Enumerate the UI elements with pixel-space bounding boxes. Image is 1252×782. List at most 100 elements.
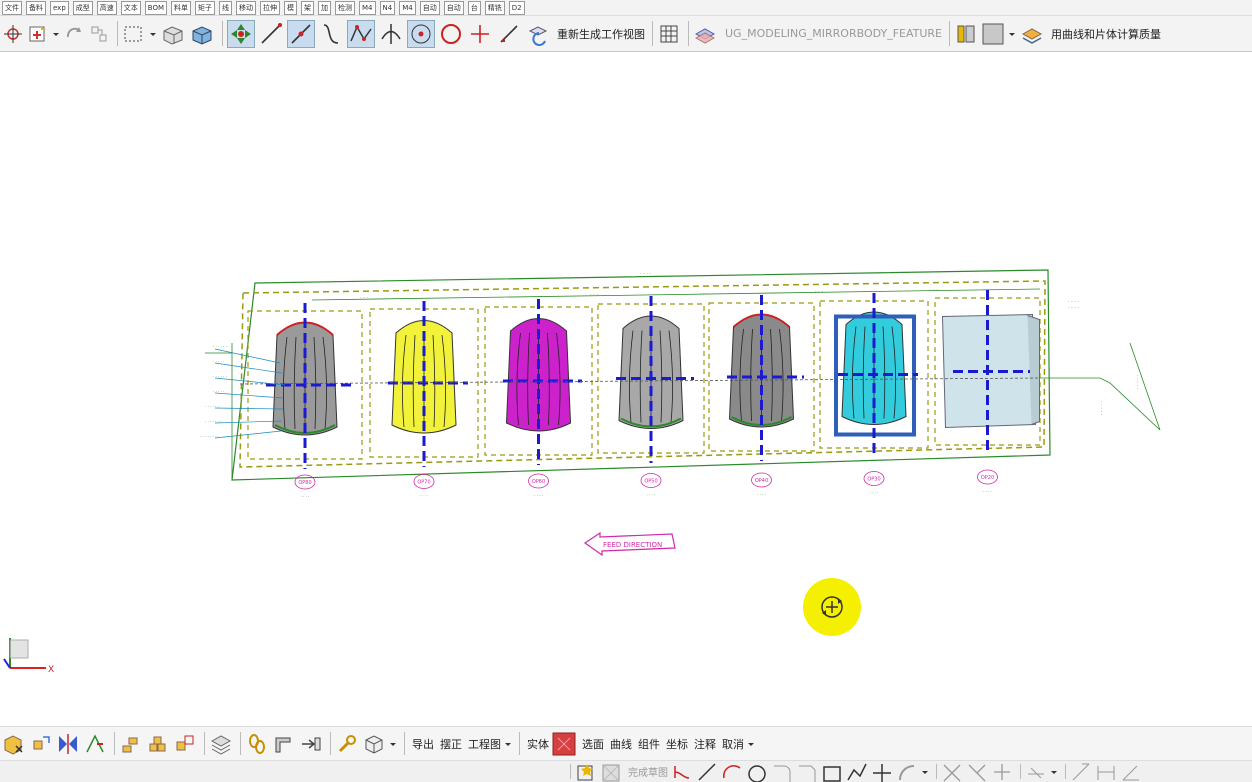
select-filter-icon[interactable]	[27, 23, 49, 45]
corner-icon[interactable]	[991, 762, 1013, 782]
intersection-icon[interactable]	[378, 21, 404, 47]
shaded-body-icon[interactable]	[189, 23, 215, 45]
top-toolbar-item[interactable]: exp	[50, 0, 69, 15]
cube-menu-icon[interactable]	[362, 732, 386, 756]
mirror-icon[interactable]	[56, 732, 80, 756]
top-toolbar-item[interactable]: 架	[301, 0, 315, 15]
regen-view-label[interactable]: 重新生成工作视图	[554, 26, 648, 42]
solid-button[interactable]: 实体	[524, 736, 552, 752]
top-toolbar-item[interactable]: BOM	[144, 0, 168, 15]
control-point-icon[interactable]	[347, 19, 375, 48]
dropdown-arrow-icon[interactable]	[52, 23, 60, 45]
top-toolbar-item[interactable]: 精铣	[484, 0, 505, 15]
top-toolbar-item[interactable]: 料单	[171, 0, 192, 15]
top-toolbar-item[interactable]: M4	[399, 0, 416, 15]
dropdown-arrow-icon[interactable]	[747, 733, 755, 755]
angle-icon[interactable]	[1120, 762, 1142, 782]
top-toolbar-item[interactable]: 文件	[2, 0, 22, 15]
top-toolbar-item[interactable]: 台	[467, 0, 481, 15]
dropdown-arrow-icon[interactable]	[149, 23, 157, 45]
curve-icon[interactable]	[318, 21, 344, 47]
sketch-arc-icon[interactable]	[721, 762, 743, 782]
top-toolbar-item[interactable]: 备料	[26, 0, 46, 15]
point-on-curve-icon[interactable]	[467, 21, 493, 47]
top-toolbar-item[interactable]: 矩子	[195, 0, 216, 15]
sketch-circle-icon[interactable]	[746, 762, 768, 782]
chamfer-icon[interactable]	[796, 762, 818, 782]
sketch-icon[interactable]	[575, 762, 597, 782]
top-toolbar-item[interactable]: 自动	[443, 0, 464, 15]
assembly-nav-icon[interactable]	[88, 23, 110, 45]
regenerate-view-icon[interactable]	[525, 21, 551, 47]
top-toolbar-item[interactable]: 文本	[120, 0, 141, 15]
top-toolbar-item[interactable]: 自动	[419, 0, 440, 15]
annotation-button[interactable]: 注释	[691, 736, 719, 752]
top-toolbar-item[interactable]: M4	[359, 0, 376, 15]
assembly-icon[interactable]	[119, 732, 143, 756]
dimension-icon[interactable]	[1070, 762, 1092, 782]
cancel-button[interactable]: 取消	[719, 736, 747, 752]
drawing-button[interactable]: 工程图	[465, 736, 504, 752]
solid-body-icon[interactable]	[160, 23, 186, 45]
graphics-window[interactable]: · · · · · · · · · · · · · · · · · · · · …	[0, 53, 1252, 725]
offset-icon[interactable]	[896, 762, 918, 782]
dropdown-arrow-icon[interactable]	[504, 733, 512, 755]
mirror-body-icon[interactable]	[693, 22, 719, 46]
quadrant-icon[interactable]	[438, 21, 464, 47]
extend-icon[interactable]	[966, 762, 988, 782]
constraint-icon[interactable]	[1025, 762, 1047, 782]
mass-calc-label[interactable]: 用曲线和片体计算质量	[1048, 26, 1164, 42]
wrench-icon[interactable]	[335, 732, 359, 756]
snap-point-icon[interactable]	[2, 23, 24, 45]
grid-icon[interactable]	[657, 22, 681, 46]
probe-icon[interactable]	[299, 732, 323, 756]
mass-properties-icon[interactable]	[1019, 22, 1045, 46]
top-toolbar-item[interactable]: 移动	[236, 0, 257, 15]
sketch-line-icon[interactable]	[696, 762, 718, 782]
top-toolbar-item[interactable]: 线	[219, 0, 233, 15]
coord-button[interactable]: 坐标	[663, 736, 691, 752]
trim-icon[interactable]	[941, 762, 963, 782]
color-swatch-icon[interactable]	[981, 22, 1005, 46]
blocks-icon[interactable]	[146, 732, 170, 756]
dropdown-arrow-icon[interactable]	[921, 762, 929, 782]
line-icon[interactable]	[258, 21, 284, 47]
top-toolbar-item[interactable]: 拉伸	[260, 0, 281, 15]
top-toolbar-item[interactable]: D2	[508, 0, 525, 15]
feature-name-label[interactable]: UG_MODELING_MIRRORBODY_FEATURE	[722, 27, 945, 40]
arc-center-icon[interactable]	[407, 19, 435, 48]
move-icon[interactable]	[29, 732, 53, 756]
measure-icon[interactable]	[954, 22, 978, 46]
dropdown-arrow-icon[interactable]	[1008, 23, 1016, 45]
profile-icon[interactable]	[671, 762, 693, 782]
point-on-face-icon[interactable]	[496, 21, 522, 47]
polyline-icon[interactable]	[846, 762, 868, 782]
rect-select-icon[interactable]	[122, 23, 146, 45]
fillet-icon[interactable]	[771, 762, 793, 782]
top-toolbar-item[interactable]: 成型	[72, 0, 93, 15]
chain-icon[interactable]	[245, 732, 269, 756]
finish-sketch-icon[interactable]	[600, 762, 622, 782]
top-toolbar-item[interactable]: 模	[284, 0, 298, 15]
rotate-icon[interactable]	[63, 23, 85, 45]
select-face-button[interactable]: 选面	[579, 736, 607, 752]
top-toolbar-item[interactable]: N4	[379, 0, 396, 15]
midpoint-icon[interactable]	[287, 19, 315, 48]
curve-button[interactable]: 曲线	[607, 736, 635, 752]
red-filter-icon[interactable]	[552, 732, 576, 756]
top-toolbar-item[interactable]: 加	[318, 0, 332, 15]
sketch-point-icon[interactable]	[871, 762, 893, 782]
top-toolbar-item[interactable]: 高速	[96, 0, 117, 15]
layer-icon[interactable]	[209, 732, 233, 756]
link-parts-icon[interactable]	[173, 732, 197, 756]
top-toolbar-item[interactable]: 检测	[335, 0, 356, 15]
straighten-button[interactable]: 摆正	[437, 736, 465, 752]
ruler-icon[interactable]	[1095, 762, 1117, 782]
sketch-rect-icon[interactable]	[821, 762, 843, 782]
component-button[interactable]: 组件	[635, 736, 663, 752]
box-select-icon[interactable]	[2, 732, 26, 756]
export-button[interactable]: 导出	[409, 736, 437, 752]
clamp-icon[interactable]	[272, 732, 296, 756]
snap-endpoint-icon[interactable]	[227, 19, 255, 48]
dropdown-arrow-icon[interactable]	[389, 733, 397, 755]
